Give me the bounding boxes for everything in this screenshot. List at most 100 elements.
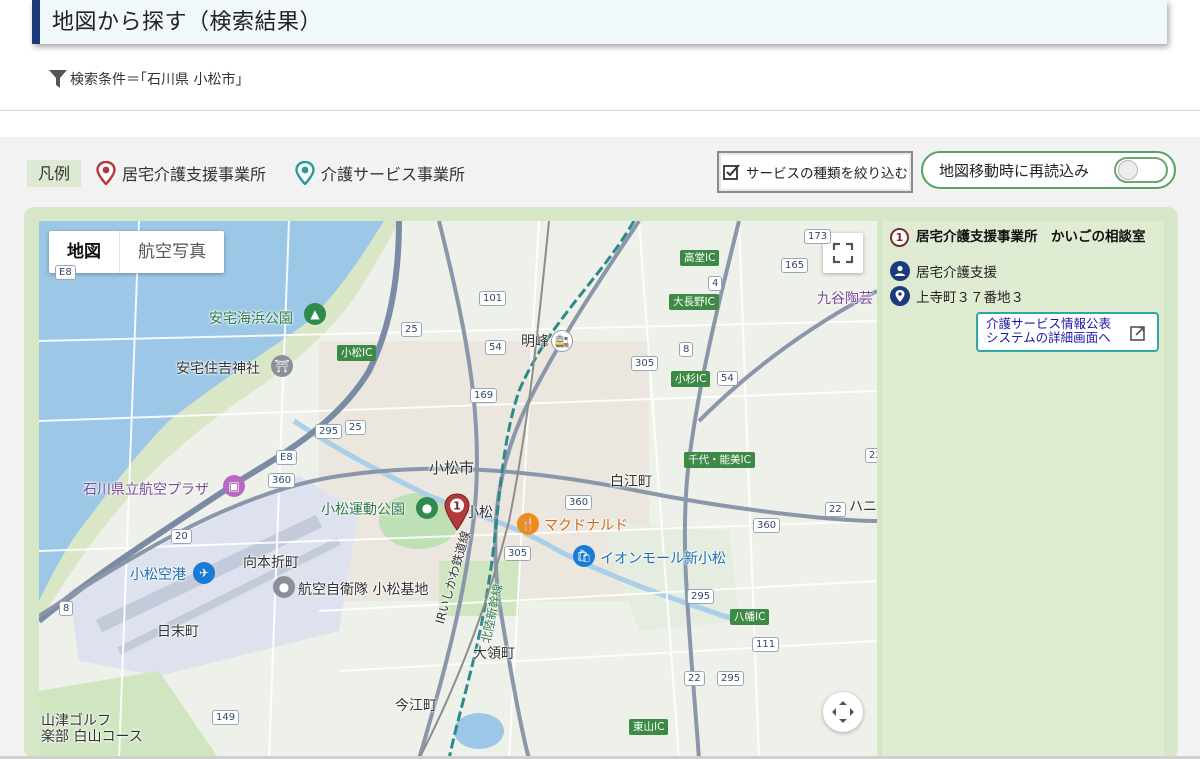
person-icon bbox=[890, 261, 910, 281]
route-shield: 173 bbox=[804, 229, 832, 244]
map-label: 安宅住吉神社 bbox=[176, 361, 260, 377]
map-label: 九谷陶芸 bbox=[817, 291, 873, 307]
red-pin-icon bbox=[96, 161, 116, 185]
checkbox-edit-icon bbox=[723, 164, 740, 180]
route-shield: 165 bbox=[781, 258, 809, 273]
map-label: 日末町 bbox=[157, 624, 199, 640]
result-address-row: 上寺町３７番地３ bbox=[890, 286, 1024, 306]
route-shield: 111 bbox=[752, 637, 780, 652]
route-shield: 20 bbox=[171, 529, 192, 544]
station-icon: 🚉 bbox=[551, 330, 573, 352]
result-address: 上寺町３７番地３ bbox=[916, 290, 1024, 306]
toggle-knob bbox=[1118, 160, 1138, 180]
route-shield: 305 bbox=[504, 546, 532, 561]
route-shield: 305 bbox=[631, 356, 659, 371]
route-shield: 22 bbox=[684, 671, 705, 686]
route-shield: 25 bbox=[345, 420, 366, 435]
museum-icon: ▣ bbox=[223, 475, 245, 497]
route-shield: 8 bbox=[59, 601, 74, 616]
result-name: 居宅介護支援事業所 かいごの相談室 bbox=[916, 229, 1146, 245]
map-canvas[interactable]: 地図 航空写真 ▲ ⛩ ▣ ● ✈ ● 🍴 🛍 🚉 安宅海浜公園 安宅住吉神社 … bbox=[39, 221, 877, 759]
route-shield: 101 bbox=[479, 291, 507, 306]
route-shield: 360 bbox=[268, 473, 296, 488]
stadium-icon: ● bbox=[416, 497, 438, 519]
map-label: ハニ bbox=[849, 499, 877, 515]
detail-link-label: 介護サービス情報公表システムの詳細画面へ bbox=[986, 316, 1112, 345]
teal-pin-icon bbox=[295, 161, 315, 185]
page-header: 地図から探す（検索結果） bbox=[32, 0, 1167, 44]
route-shield: 22 bbox=[825, 502, 846, 517]
shopping-icon: 🛍 bbox=[573, 545, 595, 567]
location-pin-icon bbox=[890, 286, 910, 306]
search-condition: 検索条件＝｢石川県 小松市｣ bbox=[48, 68, 242, 90]
legend-item-service: 介護サービス事業所 bbox=[295, 160, 465, 186]
map-label: 今江町 bbox=[395, 698, 437, 714]
route-shield: 295 bbox=[717, 671, 745, 686]
result-number: 1 bbox=[890, 228, 909, 247]
route-shield: 295 bbox=[315, 424, 343, 439]
map-label: 明峰 bbox=[521, 334, 549, 350]
map-type-tab-satellite[interactable]: 航空写真 bbox=[119, 231, 224, 273]
route-shield: 295 bbox=[687, 589, 715, 604]
route-shield: 22 bbox=[865, 448, 877, 463]
move-icon bbox=[832, 701, 854, 723]
map-label: イオンモール新小松 bbox=[600, 551, 726, 567]
detail-link-button[interactable]: 介護サービス情報公表システムの詳細画面へ bbox=[976, 312, 1159, 352]
legend-label: 居宅介護支援事業所 bbox=[122, 165, 267, 184]
map-label: マクドナルド bbox=[544, 518, 628, 534]
ic-label: 八幡IC bbox=[730, 609, 770, 625]
restaurant-icon: 🍴 bbox=[517, 513, 539, 535]
result-service: 居宅介護支援 bbox=[916, 265, 997, 281]
map-label: 向本折町 bbox=[243, 555, 299, 571]
result-marker-number: 1 bbox=[453, 500, 461, 513]
route-shield: 25 bbox=[401, 322, 422, 337]
map-label: 小松空港 bbox=[130, 567, 186, 583]
route-shield: E8 bbox=[276, 450, 297, 465]
ic-label: 東山IC bbox=[629, 719, 669, 735]
map-label: 石川県立航空プラザ bbox=[83, 482, 209, 498]
page-title: 地図から探す（検索結果） bbox=[52, 10, 323, 35]
map-label: 小松運動公園 bbox=[321, 502, 405, 518]
ic-label: 高堂IC bbox=[680, 250, 720, 266]
result-service-row: 居宅介護支援 bbox=[890, 261, 997, 281]
map-label: 航空自衛隊 小松基地 bbox=[298, 582, 429, 598]
airport-icon: ✈ bbox=[193, 562, 215, 584]
ic-label: 小松IC bbox=[337, 345, 377, 361]
search-condition-text: 検索条件＝｢石川県 小松市｣ bbox=[70, 72, 243, 88]
route-shield: 360 bbox=[753, 518, 781, 533]
divider bbox=[0, 110, 1200, 111]
ic-label: 大長野IC bbox=[669, 294, 719, 310]
recenter-button[interactable] bbox=[823, 692, 863, 732]
route-shield: E8 bbox=[55, 265, 76, 280]
toggle-switch[interactable] bbox=[1114, 157, 1168, 183]
route-shield: 8 bbox=[679, 342, 694, 357]
base-icon: ● bbox=[273, 576, 295, 598]
ic-label: 千代・能美IC bbox=[684, 452, 755, 468]
filter-service-button[interactable]: サービスの種類を絞り込む bbox=[717, 151, 913, 193]
filter-service-label: サービスの種類を絞り込む bbox=[746, 166, 908, 182]
ic-label: 小杉IC bbox=[671, 371, 711, 387]
result-title[interactable]: 1 居宅介護支援事業所 かいごの相談室 bbox=[890, 228, 1152, 247]
map-label: 大領町 bbox=[473, 646, 515, 662]
map-label: 小松市 bbox=[429, 459, 475, 477]
legend-label: 介護サービス事業所 bbox=[321, 165, 466, 184]
route-shield: 54 bbox=[717, 371, 738, 386]
route-shield: 149 bbox=[212, 710, 240, 725]
result-panel: 1 居宅介護支援事業所 かいごの相談室 居宅介護支援 上寺町３７番地３ 介護サー… bbox=[881, 221, 1164, 759]
reload-toggle[interactable]: 地図移動時に再読込み bbox=[921, 151, 1176, 189]
external-link-icon bbox=[1130, 326, 1145, 341]
map-label: 安宅海浜公園 bbox=[209, 311, 293, 327]
map-label: 白江町 bbox=[610, 474, 652, 490]
result-marker-icon[interactable]: 1 bbox=[443, 493, 471, 531]
map-label: 楽部 白山コース bbox=[41, 729, 143, 745]
route-shield: 169 bbox=[470, 388, 498, 403]
route-shield: 360 bbox=[565, 495, 593, 510]
reload-toggle-label: 地図移動時に再読込み bbox=[939, 161, 1090, 180]
filter-icon bbox=[49, 70, 67, 88]
route-shield: 4 bbox=[708, 276, 723, 291]
legend-item-kyotaku: 居宅介護支援事業所 bbox=[96, 160, 266, 186]
shrine-icon: ⛩ bbox=[271, 355, 293, 377]
legend-tag: 凡例 bbox=[27, 160, 81, 187]
park-icon: ▲ bbox=[304, 303, 326, 325]
route-shield: 54 bbox=[485, 340, 506, 355]
